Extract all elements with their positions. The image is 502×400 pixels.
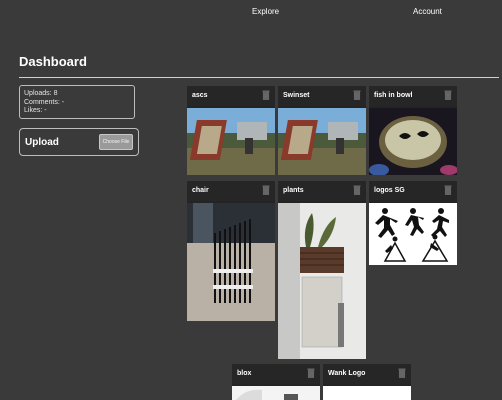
image-card[interactable]: logos SG: [369, 181, 457, 265]
card-header: fish in bowl: [369, 86, 457, 106]
card-image[interactable]: [323, 386, 411, 400]
trash-icon[interactable]: [353, 185, 361, 195]
trash-icon[interactable]: [262, 90, 270, 100]
card-image[interactable]: [278, 108, 366, 175]
sculpture-photo: [278, 108, 366, 175]
trash-icon[interactable]: [444, 185, 452, 195]
upload-title: Upload: [25, 137, 59, 148]
image-card[interactable]: ascs: [187, 86, 275, 175]
card-image[interactable]: [187, 108, 275, 175]
card-image[interactable]: [369, 203, 457, 265]
blox-image: [232, 386, 320, 400]
card-title: ascs: [192, 92, 208, 99]
image-card[interactable]: fish in bowl: [369, 86, 457, 175]
card-header: ascs: [187, 86, 275, 106]
card-header: blox: [232, 364, 320, 384]
wank-logo-image: [323, 386, 411, 400]
likes-count: Likes: -: [24, 107, 47, 114]
fish-bowl-photo: [369, 108, 457, 175]
card-title: plants: [283, 187, 304, 194]
card-image[interactable]: [232, 386, 320, 400]
nav-account[interactable]: Account: [413, 7, 442, 16]
nav-explore[interactable]: Explore: [252, 7, 279, 16]
trash-icon[interactable]: [307, 368, 315, 378]
stats-panel: Uploads: 8 Comments: - Likes: -: [19, 85, 135, 119]
card-image[interactable]: [278, 203, 366, 359]
image-card[interactable]: Swinset: [278, 86, 366, 175]
card-title: Swinset: [283, 92, 310, 99]
divider: [19, 77, 499, 78]
trash-icon[interactable]: [398, 368, 406, 378]
trash-icon[interactable]: [262, 185, 270, 195]
uploads-count: Uploads: 8: [24, 90, 58, 97]
chair-photo: [187, 203, 275, 321]
trash-icon[interactable]: [444, 90, 452, 100]
card-header: Wank Logo: [323, 364, 411, 384]
comments-count: Comments: -: [24, 98, 65, 106]
image-card[interactable]: plants: [278, 181, 366, 359]
pictogram-logos-image: [369, 203, 457, 265]
card-title: Wank Logo: [328, 370, 366, 377]
card-title: chair: [192, 187, 209, 194]
image-card[interactable]: blox: [232, 364, 320, 400]
plants-photo: [278, 203, 366, 359]
image-card[interactable]: chair: [187, 181, 275, 321]
trash-icon[interactable]: [353, 90, 361, 100]
image-card[interactable]: Wank Logo: [323, 364, 411, 400]
card-header: Swinset: [278, 86, 366, 106]
card-header: plants: [278, 181, 366, 201]
card-header: chair: [187, 181, 275, 201]
card-title: blox: [237, 370, 252, 377]
card-image[interactable]: [187, 203, 275, 321]
card-title: fish in bowl: [374, 92, 413, 99]
card-header: logos SG: [369, 181, 457, 201]
page-title: Dashboard: [19, 54, 87, 69]
upload-panel: Upload Choose File: [19, 128, 139, 156]
sculpture-photo: [187, 108, 275, 175]
card-image[interactable]: [369, 108, 457, 175]
choose-file-button[interactable]: Choose File: [99, 134, 133, 150]
card-title: logos SG: [374, 187, 405, 194]
